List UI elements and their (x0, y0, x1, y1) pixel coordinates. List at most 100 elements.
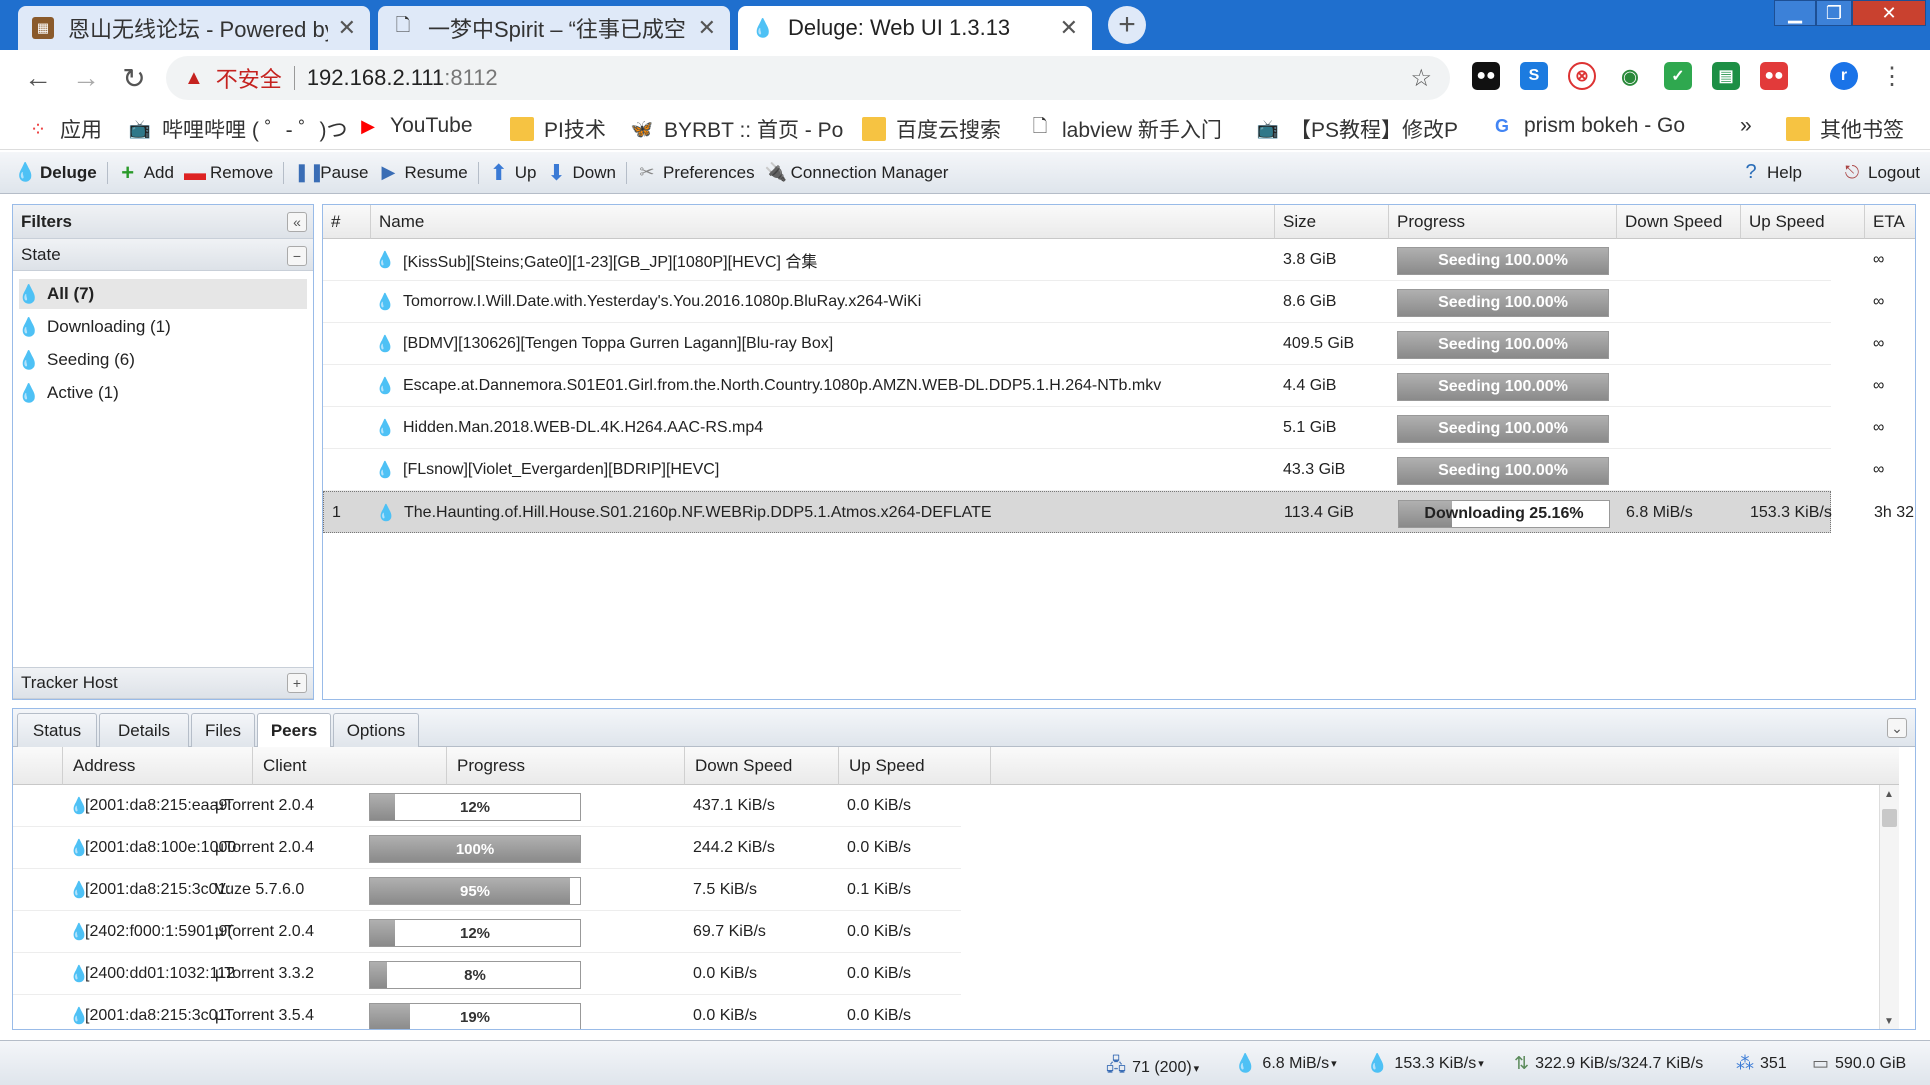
tab-details[interactable]: Details (99, 713, 189, 747)
state-header[interactable]: State (13, 239, 313, 271)
down-button[interactable]: ⬇ Down (547, 160, 616, 186)
filter-item-downloading[interactable]: 💧 Downloading (1) (18, 312, 171, 342)
minimize-button[interactable]: ▁ (1774, 0, 1816, 26)
resume-button[interactable]: ▶ Resume (378, 162, 468, 183)
bookmark-label: YouTube (390, 114, 473, 137)
torrent-row[interactable]: 💧 [KissSub][Steins;Gate0][1-23][GB_JP][10… (323, 239, 1884, 281)
bookmark-pi[interactable]: PI技术 (510, 114, 606, 144)
torrent-row[interactable]: 💧 Tomorrow.I.Will.Date.with.Yesterday's.Y… (323, 281, 1884, 323)
status-down-speed[interactable]: 💧 6.8 MiB/s ▾ (1234, 1053, 1337, 1074)
column-header-name[interactable]: Name (371, 205, 1275, 239)
column-header-size[interactable]: Size (1275, 205, 1389, 239)
extension-block-icon[interactable]: ⊗ (1568, 62, 1596, 90)
tab-options[interactable]: Options (333, 713, 419, 747)
collapse-details-icon[interactable]: ⌄ (1887, 718, 1907, 738)
resume-icon: ▶ (381, 162, 396, 182)
scrollbar-thumb[interactable] (1882, 809, 1897, 827)
bookmark-apps[interactable]: ⁘ 应用 (26, 114, 102, 144)
column-header-progress[interactable]: Progress (1389, 205, 1617, 239)
torrent-row[interactable]: 💧 [FLsnow][Violet_Evergarden][BDRIP][HEVC… (323, 449, 1884, 491)
page-icon: 🗋 (395, 15, 411, 35)
bookmark-youtube[interactable]: ▶ YouTube (356, 114, 473, 138)
bookmark-label: PI技术 (544, 119, 606, 142)
torrent-row[interactable]: 1 💧 The.Haunting.of.Hill.House.S01.2160p.N… (323, 491, 1915, 533)
extension-s-icon[interactable]: S (1520, 62, 1548, 90)
bookmark-bilibili[interactable]: 📺 哔哩哔哩 ( ゜- ゜)つ (128, 114, 348, 144)
up-button[interactable]: ⬆ Up (489, 160, 537, 186)
column-header-num[interactable]: # (323, 205, 371, 239)
scroll-up-icon[interactable]: ▲ (1884, 789, 1894, 800)
tab-peers[interactable]: Peers (257, 713, 331, 747)
remove-button[interactable]: ▬ Remove (184, 160, 273, 186)
add-button[interactable]: + Add (118, 160, 174, 186)
status-up-speed[interactable]: 💧 153.3 KiB/s ▾ (1366, 1053, 1484, 1074)
extension-globe-icon[interactable]: ◉ (1616, 62, 1644, 90)
column-header-progress[interactable]: Progress (447, 747, 685, 785)
extension-shield-icon[interactable]: ✓ (1664, 62, 1692, 90)
peers-scrollbar[interactable]: ▲ ▼ (1879, 785, 1899, 1029)
tab-files[interactable]: Files (191, 713, 255, 747)
close-tab-icon[interactable]: ✕ (338, 15, 356, 41)
torrent-row[interactable]: 💧 [BDMV][130626][Tengen Toppa Gurren Laga… (323, 323, 1884, 365)
browser-tab-deluge[interactable]: 💧 Deluge: Web UI 1.3.13 ✕ (738, 6, 1092, 50)
torrent-row[interactable]: 💧 Hidden.Man.2018.WEB-DL.4K.H264.AAC-RS.m… (323, 407, 1884, 449)
peer-row[interactable]: 💧 [2001:da8:215:eaa9: µTorrent 2.0.4 12% 437… (13, 785, 961, 827)
help-button[interactable]: ? Help (1741, 161, 1802, 184)
column-header-filler (991, 747, 1899, 785)
tab-status[interactable]: Status (17, 713, 97, 747)
collapse-sidebar-icon[interactable]: « (287, 212, 307, 232)
connection-manager-button[interactable]: 🔌 Connection Manager (765, 162, 949, 183)
filter-item-active[interactable]: 💧 Active (1) (18, 378, 119, 408)
peer-row[interactable]: 💧 [2400:dd01:1032:112 µTorrent 3.3.2 8% 0.0 … (13, 953, 961, 995)
forward-icon[interactable]: → (68, 62, 104, 94)
bookmarks-more[interactable]: » (1740, 114, 1752, 138)
extension-red-icon[interactable]: ●● (1760, 62, 1788, 90)
torrent-progress-bar: Downloading 25.16% (1398, 500, 1610, 528)
peer-row[interactable]: 💧 [2001:da8:215:3c01: µTorrent 3.5.4 19% 0.0… (13, 995, 961, 1029)
column-header-up-speed[interactable]: Up Speed (839, 747, 991, 785)
expand-tracker-icon[interactable]: + (287, 673, 307, 693)
bookmark-baidu[interactable]: 百度云搜索 (862, 114, 1001, 144)
bookmark-ps[interactable]: 📺 【PS教程】修改P (1256, 114, 1458, 144)
peer-row[interactable]: 💧 [2001:da8:215:3c01: Vuze 5.7.6.0 95% 7.5 K… (13, 869, 961, 911)
filter-item-all[interactable]: 💧 All (7) (18, 279, 307, 309)
filter-item-seeding[interactable]: 💧 Seeding (6) (18, 345, 135, 375)
bookmark-other[interactable]: 其他书签 (1786, 114, 1904, 144)
collapse-state-icon[interactable]: − (287, 246, 307, 266)
column-header-address[interactable]: Address (63, 747, 253, 785)
column-header-down-speed[interactable]: Down Speed (1617, 205, 1741, 239)
close-tab-icon[interactable]: ✕ (698, 15, 716, 41)
bookmark-prism[interactable]: Gprism bokeh - Go (1490, 114, 1685, 138)
preferences-button[interactable]: ✂ Preferences (637, 162, 754, 183)
security-label[interactable]: 不安全 (216, 62, 282, 94)
pause-button[interactable]: ❚❚ Pause (294, 162, 368, 183)
status-connections[interactable]: 🖧 71 (200) ▾ (1106, 1053, 1199, 1083)
extension-eyes-icon[interactable]: ●● (1472, 62, 1500, 90)
close-window-button[interactable]: ✕ (1852, 0, 1926, 26)
reload-icon[interactable]: ↻ (116, 62, 152, 95)
torrent-row[interactable]: 💧 Escape.at.Dannemora.S01E01.Girl.from.th… (323, 365, 1884, 407)
column-header-client[interactable]: Client (253, 747, 447, 785)
extension-table-icon[interactable]: ▤ (1712, 62, 1740, 90)
peer-row[interactable]: 💧 [2402:f000:1:5901:9(µTorrent 2.0.4 12% 69… (13, 911, 961, 953)
column-header-up-speed[interactable]: Up Speed (1741, 205, 1865, 239)
back-icon[interactable]: ← (20, 62, 56, 94)
bookmark-byrbt[interactable]: 🦋 BYRBT :: 首页 - Po (630, 114, 844, 144)
profile-avatar[interactable]: r (1830, 62, 1858, 90)
address-bar[interactable]: ▲ 不安全 192.168.2.111 :8112 ☆ (166, 56, 1450, 100)
bookmark-star-icon[interactable]: ☆ (1410, 64, 1432, 93)
scroll-down-icon[interactable]: ▼ (1884, 1016, 1894, 1027)
tracker-host-header[interactable]: Tracker Host (13, 667, 313, 699)
close-tab-icon[interactable]: ✕ (1060, 15, 1078, 41)
torrent-name: [BDMV][130626][Tengen Toppa Gurren Lagan… (403, 335, 834, 352)
column-header-down-speed[interactable]: Down Speed (685, 747, 839, 785)
maximize-button[interactable]: ❐ (1816, 0, 1852, 26)
browser-tab-forum[interactable]: ▦ 恩山无线论坛 - Powered by ✕ (18, 6, 370, 50)
new-tab-button[interactable]: + (1108, 6, 1146, 44)
browser-tab-spirit[interactable]: 🗋 一梦中Spirit – “往事已成空 ✕ (378, 6, 730, 50)
column-header-eta[interactable]: ETA (1865, 205, 1915, 239)
peer-row[interactable]: 💧 [2001:da8:100e:1000 µTorrent 2.0.4 100% 24… (13, 827, 961, 869)
menu-kebab-icon[interactable]: ⋮ (1874, 62, 1910, 91)
logout-button[interactable]: ⎋ Logout (1842, 162, 1920, 183)
bookmark-labview[interactable]: 🗋 labview 新手入门 (1028, 114, 1222, 144)
